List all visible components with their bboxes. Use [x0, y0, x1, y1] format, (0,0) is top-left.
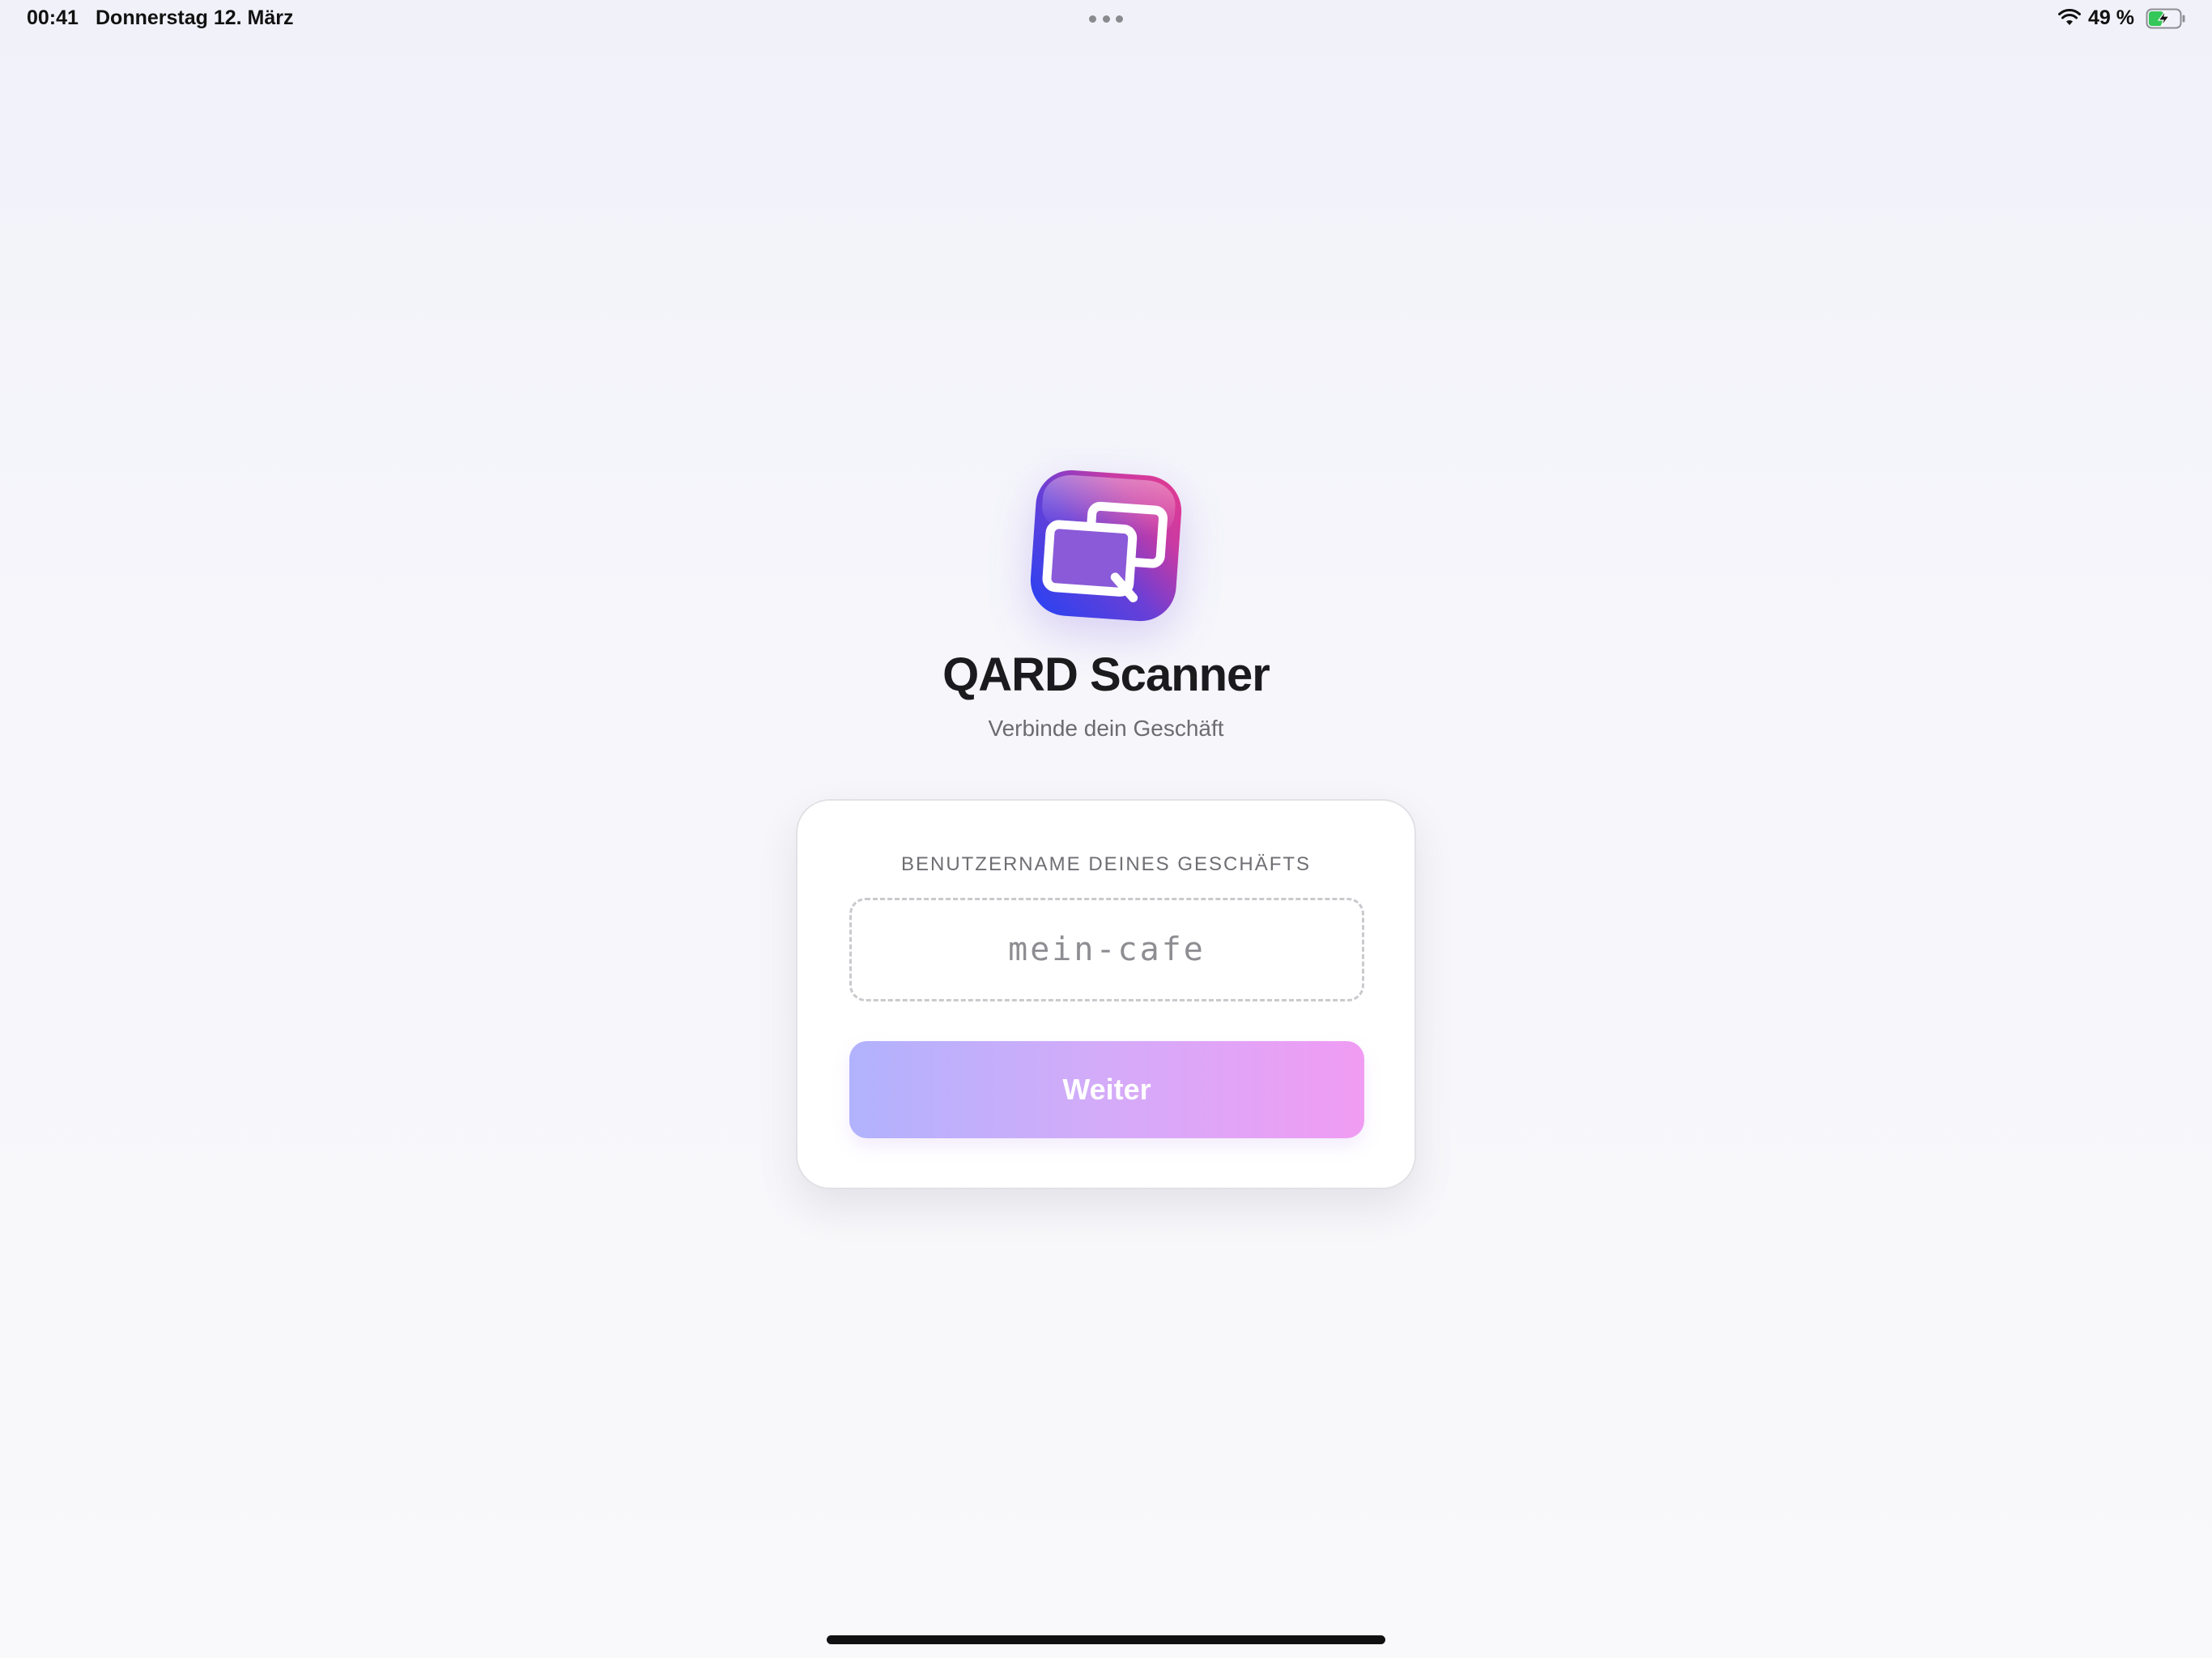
username-field[interactable] [849, 898, 1364, 1001]
wifi-icon [2058, 9, 2081, 25]
app-subtitle: Verbinde dein Geschäft [988, 716, 1224, 741]
login-card: BENUTZERNAME DEINES GESCHÄFTS Weiter [796, 799, 1416, 1189]
username-input[interactable] [875, 930, 1338, 969]
battery-percentage: 49 % [2088, 6, 2134, 29]
home-indicator[interactable] [827, 1635, 1385, 1644]
username-field-label: BENUTZERNAME DEINES GESCHÄFTS [900, 853, 1312, 875]
app-title: QARD Scanner [942, 648, 1270, 701]
qard-logo-icon [1027, 466, 1185, 625]
status-date: Donnerstag 12. März [96, 6, 294, 29]
multitask-dots-icon[interactable] [1089, 15, 1123, 23]
battery-charging-icon [2146, 8, 2185, 29]
continue-button[interactable]: Weiter [849, 1041, 1364, 1138]
status-time: 00:41 [27, 6, 79, 29]
status-bar: 00:41 Donnerstag 12. März 49 % [0, 0, 2212, 39]
